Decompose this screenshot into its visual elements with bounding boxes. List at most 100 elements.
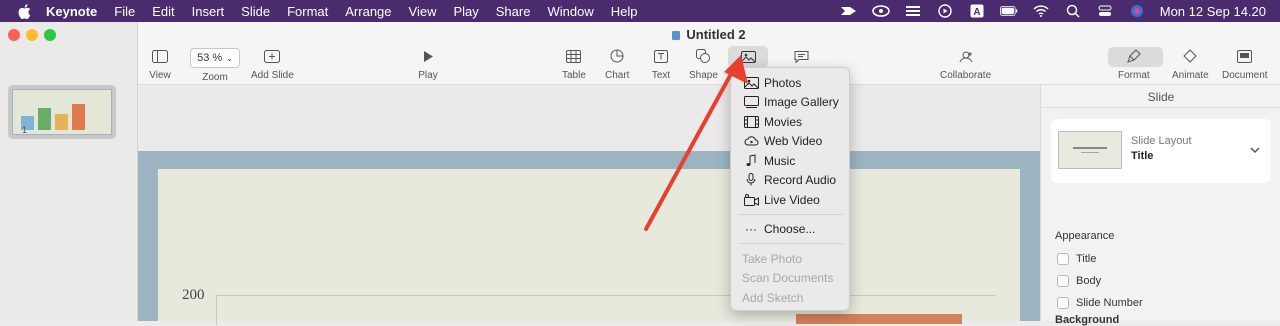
chart-bar[interactable] [796,314,962,324]
layout-thumbnail [1058,131,1122,169]
slide-number-checkbox-row[interactable]: Slide Number [1057,297,1143,309]
paintbrush-icon [1123,47,1145,65]
media-button[interactable] [728,46,768,68]
zoom-window-button[interactable] [44,29,56,41]
body-checkbox-row[interactable]: Body [1057,275,1101,287]
menu-file[interactable]: File [114,4,135,19]
document-title[interactable]: Untitled 2 [686,27,745,42]
control-center-icon[interactable] [1096,4,1114,18]
menu-separator [739,214,843,215]
slide-layout-selector[interactable]: Slide Layout Title [1051,119,1271,183]
title-checkbox[interactable] [1057,253,1069,265]
stack-icon[interactable] [904,4,922,18]
menu-window[interactable]: Window [547,4,593,19]
table-icon [563,47,585,65]
slide-layout-value: Title [1131,150,1154,162]
siri-icon[interactable] [1128,4,1146,18]
wifi-icon[interactable] [1032,4,1050,18]
status-area: A Mon 12 Sep 14.20 [840,0,1266,22]
menu-share[interactable]: Share [496,4,531,19]
shape-button[interactable]: Shape [689,47,718,81]
chart-label: Chart [605,70,630,81]
menu-item-photos[interactable]: Photos [731,73,851,92]
menu-play[interactable]: Play [453,4,478,19]
menubar-clock[interactable]: Mon 12 Sep 14.20 [1160,4,1266,19]
add-slide-label: Add Slide [251,70,294,81]
plane-icon[interactable] [840,4,858,18]
play-icon [417,47,439,65]
minimize-window-button[interactable] [26,29,38,41]
menu-item-live-video[interactable]: Live Video [731,190,851,209]
format-inspector: Slide Slide Layout Title Appearance Titl… [1040,85,1280,326]
menu-app-name[interactable]: Keynote [46,4,97,19]
web-video-icon [743,134,759,148]
apple-icon[interactable] [16,3,32,19]
keynote-window: 1 Untitled 2 View 53 % ⌄ Zoom Add Slide P… [0,22,1280,326]
menu-view[interactable]: View [409,4,437,19]
zoom-label: Zoom [202,72,228,83]
menu-edit[interactable]: Edit [152,4,174,19]
body-checkbox[interactable] [1057,275,1069,287]
menu-item-movies[interactable]: Movies [731,112,851,131]
inspector-divider [1041,107,1280,108]
menu-format[interactable]: Format [287,4,328,19]
chart-button[interactable]: Chart [605,47,629,81]
zoom-value: 53 % [197,52,223,64]
comment-button[interactable] [790,47,812,65]
menu-item-scan-documents: Scan Documents [731,268,851,287]
menu-item-web-video[interactable]: Web Video [731,131,851,150]
menu-item-label: Take Photo [742,251,803,266]
play-circle-icon[interactable] [936,4,954,18]
title-checkbox-row[interactable]: Title [1057,253,1096,265]
menu-separator [739,243,843,244]
zoom-control[interactable]: 53 % ⌄ Zoom [190,48,240,83]
menu-item-choose[interactable]: ··· Choose... [731,219,851,238]
slide-content[interactable]: 200 [158,169,1020,325]
menu-item-image-gallery[interactable]: Image Gallery [731,92,851,111]
photos-icon [743,76,759,90]
search-icon[interactable] [1064,4,1082,18]
add-slide-button[interactable]: Add Slide [251,47,294,81]
chart-icon [606,47,628,65]
slide[interactable]: 200 [138,151,1040,325]
menu-help[interactable]: Help [611,4,638,19]
window-title: Untitled 2 [138,27,1280,42]
menu-item-music[interactable]: Music [731,151,851,170]
creative-cloud-icon[interactable] [871,4,890,18]
collaborate-button[interactable]: Collaborate [940,47,991,81]
menu-item-label: Movies [764,114,803,129]
menu-item-label: Live Video [764,192,820,207]
view-label: View [149,70,171,81]
menu-item-record-audio[interactable]: Record Audio [731,170,851,189]
menu-insert[interactable]: Insert [192,4,225,19]
inspector-title: Slide [1147,90,1175,104]
document-panel-icon [1234,47,1256,65]
battery-icon[interactable] [999,4,1018,18]
animate-icon [1179,47,1201,65]
menu-item-label: Record Audio [764,172,837,187]
menu-item-add-sketch: Add Sketch [731,288,851,307]
menu-item-take-photo: Take Photo [731,249,851,268]
zoom-select[interactable]: 53 % ⌄ [190,48,240,68]
menu-slide[interactable]: Slide [241,4,270,19]
slide-number-checkbox[interactable] [1057,297,1069,309]
input-source-icon[interactable]: A [968,4,986,18]
close-window-button[interactable] [8,29,20,41]
play-button[interactable]: Play [417,47,439,81]
format-button[interactable]: Format [1118,47,1150,81]
animate-button[interactable]: Animate [1172,47,1209,81]
ellipsis-icon: ··· [745,221,757,236]
play-label: Play [418,70,438,81]
table-button[interactable]: Table [562,47,586,81]
document-button[interactable]: Document [1222,47,1268,81]
format-label: Format [1118,70,1150,81]
text-button[interactable]: Text [650,47,672,81]
document-icon [672,31,681,41]
slide-canvas[interactable]: 200 [138,85,1040,325]
slide-navigator: 1 [0,22,138,321]
document-label: Document [1222,70,1268,81]
media-menu: Photos Image Gallery Movies Web Video Mu… [730,67,850,311]
chart-y-tick-label: 200 [182,287,205,303]
menu-arrange[interactable]: Arrange [345,4,391,19]
view-button[interactable]: View [149,47,171,81]
